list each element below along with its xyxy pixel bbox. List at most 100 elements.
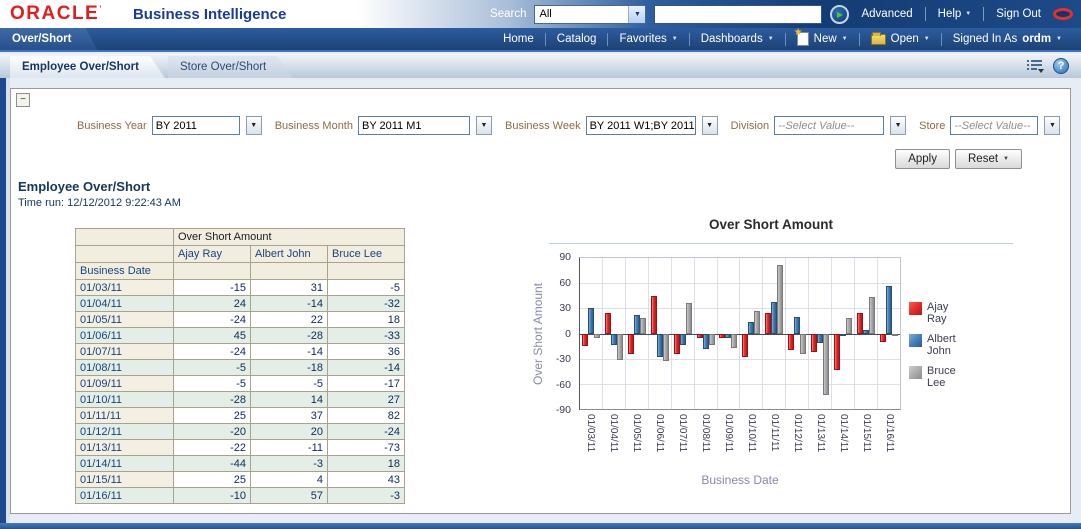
bar-bruce-lee[interactable]	[869, 297, 875, 333]
value-cell: 43	[328, 472, 405, 488]
search-label: Search	[490, 8, 526, 20]
value-cell: 45	[174, 328, 251, 344]
bar-bruce-lee[interactable]	[640, 318, 646, 333]
prompt-division-select[interactable]: --Select Value--	[774, 116, 884, 135]
sign-out-link[interactable]: Sign Out	[992, 8, 1045, 20]
bar-slot	[709, 258, 715, 409]
y-tick-label: -30	[556, 353, 571, 365]
x-tick-label: 01/03/11	[585, 414, 596, 466]
value-cell: 18	[328, 312, 405, 328]
business-date-link[interactable]: 01/15/11	[76, 472, 174, 488]
help-menu[interactable]: Help▼	[934, 8, 976, 20]
chevron-down-icon[interactable]: ▼	[1044, 116, 1060, 135]
nav-item-new[interactable]: New▼	[786, 32, 859, 46]
tab-store-over-short[interactable]: Store Over/Short	[168, 56, 292, 78]
business-date-link[interactable]: 01/09/11	[76, 376, 174, 392]
prompt-value: --Select Value--	[954, 120, 1030, 132]
prompt-label: Business Week	[505, 120, 581, 132]
bar-slot	[663, 258, 669, 409]
signed-in-user[interactable]: ordm	[1022, 33, 1051, 45]
x-tick-cell: 01/04/11	[602, 414, 625, 466]
business-date-link[interactable]: 01/13/11	[76, 440, 174, 456]
blank-header-cell	[328, 263, 405, 280]
page-options-icon[interactable]	[1026, 59, 1044, 73]
reset-button[interactable]: Reset▼	[955, 149, 1022, 169]
advanced-link[interactable]: Advanced	[857, 8, 916, 20]
x-axis-title: Business Date	[579, 473, 901, 487]
business-date-link[interactable]: 01/07/11	[76, 344, 174, 360]
chevron-down-icon[interactable]: ▼	[1056, 36, 1062, 42]
business-date-link[interactable]: 01/11/11	[76, 408, 174, 424]
bar-bruce-lee[interactable]	[709, 334, 715, 346]
business-date-link[interactable]: 01/08/11	[76, 360, 174, 376]
prompt-business-year-select[interactable]: BY 2011	[152, 116, 240, 135]
bar-bruce-lee[interactable]	[800, 334, 806, 354]
search-scope-select[interactable]: All ▼	[534, 5, 646, 24]
nav-item-home[interactable]: Home	[492, 33, 545, 45]
bar-slot	[594, 258, 600, 409]
prompt-value: --Select Value--	[778, 120, 854, 132]
collapse-section-button[interactable]: −	[16, 93, 30, 107]
chevron-down-icon[interactable]: ▼	[246, 116, 262, 135]
bar-stack	[582, 258, 600, 409]
prompt-business-week-select[interactable]: BY 2011 W1;BY 2011	[586, 116, 696, 135]
chevron-down-icon[interactable]: ▼	[890, 116, 906, 135]
nav-item-label: Home	[503, 33, 534, 45]
bar-bruce-lee[interactable]	[663, 334, 669, 362]
value-cell: -44	[174, 456, 251, 472]
tab-employee-over-short[interactable]: Employee Over/Short	[10, 56, 165, 78]
bar-bruce-lee[interactable]	[594, 334, 600, 338]
blank-header-cell	[251, 263, 328, 280]
business-date-link[interactable]: 01/03/11	[76, 280, 174, 296]
table-row: 01/03/11-1531-5	[76, 280, 405, 296]
business-date-link[interactable]: 01/05/11	[76, 312, 174, 328]
legend-swatch	[909, 334, 922, 347]
bar-bruce-lee[interactable]	[846, 318, 852, 333]
prompt-store-select[interactable]: --Select Value--	[950, 116, 1038, 135]
bar-stack	[811, 258, 829, 409]
x-tick-label: 01/10/11	[746, 414, 757, 466]
page-tab-over-short[interactable]: Over/Short	[0, 28, 97, 50]
x-tick-cell: 01/10/11	[740, 414, 763, 466]
bar-stack	[742, 258, 760, 409]
x-tick-cell: 01/12/11	[786, 414, 809, 466]
prompt-business-month-select[interactable]: BY 2011 M1	[358, 116, 470, 135]
bar-bruce-lee[interactable]	[892, 334, 898, 337]
business-date-link[interactable]: 01/04/11	[76, 296, 174, 312]
bar-bruce-lee[interactable]	[754, 311, 760, 334]
bar-bruce-lee[interactable]	[617, 334, 623, 361]
search-go-icon[interactable]: ▶	[830, 5, 849, 24]
bar-bruce-lee[interactable]	[731, 334, 737, 348]
prompt-label: Store	[919, 120, 945, 132]
y-tick-label: -60	[556, 379, 571, 391]
chevron-down-icon[interactable]: ▼	[476, 116, 492, 135]
nav-item-open[interactable]: Open▼	[860, 33, 941, 45]
x-tick-cell: 01/06/11	[648, 414, 671, 466]
column-header-albert-john: Albert John	[251, 246, 328, 263]
business-date-link[interactable]: 01/12/11	[76, 424, 174, 440]
business-date-link[interactable]: 01/14/11	[76, 456, 174, 472]
business-date-link[interactable]: 01/10/11	[76, 392, 174, 408]
business-date-link[interactable]: 01/06/11	[76, 328, 174, 344]
bar-bruce-lee[interactable]	[823, 334, 829, 395]
search-input[interactable]	[654, 5, 822, 24]
search-scope-value: All	[539, 8, 551, 20]
bar-stack	[788, 258, 806, 409]
value-cell: -3	[328, 488, 405, 504]
value-cell: 37	[251, 408, 328, 424]
nav-item-catalog[interactable]: Catalog	[546, 33, 608, 45]
bar-bruce-lee[interactable]	[686, 303, 692, 333]
table-row: 01/14/11-44-318	[76, 456, 405, 472]
apply-button[interactable]: Apply	[895, 149, 950, 169]
business-date-link[interactable]: 01/16/11	[76, 488, 174, 504]
nav-item-dashboards[interactable]: Dashboards▼	[690, 33, 785, 45]
help-icon[interactable]: ?	[1053, 58, 1069, 74]
value-cell: 31	[251, 280, 328, 296]
bar-slot	[640, 258, 646, 409]
table-row: 01/11/11253782	[76, 408, 405, 424]
x-tick-label: 01/09/11	[723, 414, 734, 466]
bar-bruce-lee[interactable]	[777, 265, 783, 334]
nav-item-favorites[interactable]: Favorites▼	[608, 33, 688, 45]
chevron-down-icon[interactable]: ▼	[702, 116, 718, 135]
chevron-down-icon[interactable]: ▼	[628, 6, 645, 23]
